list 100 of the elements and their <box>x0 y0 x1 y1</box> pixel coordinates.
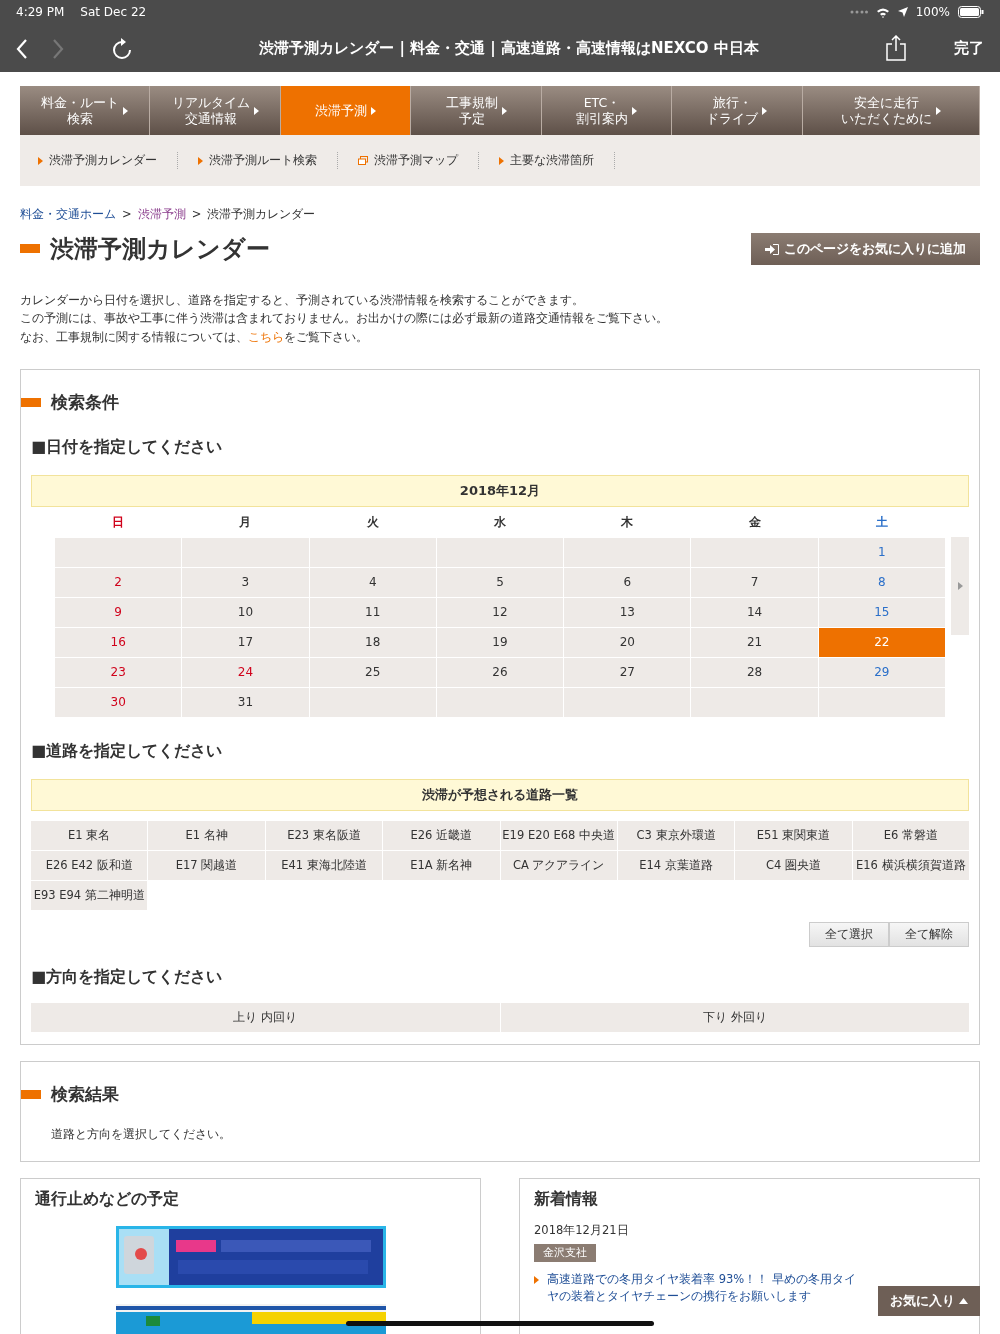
calendar-day[interactable]: 18 <box>309 628 436 658</box>
calendar-day[interactable]: 8 <box>818 568 945 598</box>
breadcrumb-link[interactable]: 料金・交通ホーム <box>20 206 116 224</box>
calendar-day[interactable]: 15 <box>818 598 945 628</box>
add-favorite-button[interactable]: このページをお気に入りに追加 <box>751 233 980 265</box>
windows-icon <box>358 156 368 165</box>
caret-icon <box>38 156 43 165</box>
road-option[interactable]: E93 E94 第二神明道 <box>31 881 148 911</box>
calendar-day[interactable]: 29 <box>818 658 945 688</box>
road-option[interactable]: E51 東関東道 <box>735 821 852 851</box>
news-link[interactable]: 高速道路での冬用タイヤ装着率 93%！！ 早めの冬用タイヤの装着とタイヤチェーンの携行をお願いします <box>547 1271 867 1305</box>
road-option[interactable]: E17 関越道 <box>148 851 265 881</box>
weekday-label: 木 <box>620 514 635 532</box>
calendar-day[interactable]: 30 <box>55 688 182 718</box>
nav-tab[interactable]: 料金・ルート 検索 <box>20 86 151 135</box>
branch-tag: 金沢支社 <box>534 1244 596 1263</box>
calendar-day[interactable]: 14 <box>691 598 818 628</box>
sub-nav-link[interactable]: 渋滞予測ルート検索 <box>178 151 338 170</box>
nav-tab[interactable]: 旅行・ ドライブ <box>672 86 803 135</box>
road-option[interactable]: E16 横浜横須賀道路 <box>852 851 969 881</box>
done-button[interactable]: 完了 <box>954 36 984 60</box>
calendar-day[interactable]: 25 <box>309 658 436 688</box>
reload-icon <box>112 37 132 60</box>
share-icon <box>886 35 906 61</box>
calendar-day[interactable]: 28 <box>691 658 818 688</box>
caret-icon <box>499 156 504 165</box>
calendar-day[interactable]: 27 <box>564 658 691 688</box>
weekday-label: 火 <box>365 514 380 532</box>
cellular-signal-icon <box>849 10 868 14</box>
road-option[interactable]: E26 近畿道 <box>383 821 500 851</box>
sub-nav-link[interactable]: 渋滞予測カレンダー <box>38 151 178 170</box>
direction-option[interactable]: 上り 内回り <box>31 1003 500 1033</box>
status-date: Sat Dec 22 <box>80 4 147 21</box>
weekday-label: 水 <box>493 514 507 532</box>
calendar-day[interactable]: 23 <box>55 658 182 688</box>
intro-text: カレンダーから日付を選択し、道路を指定すると、予測されている渋滞情報を検索することができます。 <box>20 291 585 309</box>
road-option[interactable]: E1A 新名神 <box>383 851 500 881</box>
sub-nav-link[interactable]: 渋滞予測マップ <box>338 151 479 170</box>
caret-icon <box>501 106 507 115</box>
calendar-day[interactable]: 16 <box>55 628 182 658</box>
road-option[interactable]: E1 名神 <box>148 821 265 851</box>
nav-tab[interactable]: 安全に走行 いただくために <box>802 86 981 135</box>
road-option[interactable]: C3 東京外環道 <box>617 821 735 851</box>
road-option[interactable]: C4 圏央道 <box>735 851 852 881</box>
favorites-button[interactable]: お気に入り <box>878 1286 980 1316</box>
calendar-day[interactable]: 31 <box>182 688 309 718</box>
status-time: 4:29 PM <box>16 4 65 21</box>
month-header: 2018年12月 <box>31 475 969 508</box>
nav-tab[interactable]: リアルタイム 交通情報 <box>150 86 281 135</box>
calendar-day[interactable]: 3 <box>182 568 309 598</box>
forward-chevron-icon <box>52 38 64 59</box>
calendar-day[interactable]: 4 <box>309 568 436 598</box>
road-option[interactable]: E14 京葉道路 <box>617 851 735 881</box>
caret-icon <box>371 106 377 115</box>
breadcrumb-link[interactable]: 渋滞予測 <box>137 206 186 224</box>
share-button[interactable] <box>886 35 906 61</box>
calendar-day[interactable]: 24 <box>182 658 309 688</box>
calendar-day[interactable]: 10 <box>182 598 309 628</box>
calendar-day[interactable]: 26 <box>436 658 564 688</box>
caret-up-icon <box>959 1297 968 1304</box>
sub-nav-link[interactable]: 主要な渋滞箇所 <box>479 151 615 170</box>
calendar-day[interactable]: 21 <box>691 628 818 658</box>
reload-button[interactable] <box>112 36 132 60</box>
road-option[interactable]: E19 E20 E68 中央道 <box>500 821 617 851</box>
breadcrumb-separator: > <box>122 206 132 223</box>
direction-option[interactable]: 下り 外回り <box>500 1003 969 1033</box>
intro-text: なお、工事規制に関する情報については、こちら をご覧下さい。 <box>20 329 369 346</box>
calendar-day[interactable]: 12 <box>436 598 564 628</box>
caret-icon <box>198 156 203 165</box>
page-heading: 渋滞予測カレンダー <box>50 234 270 264</box>
section-subtitle: ■日付を指定してください <box>31 436 224 459</box>
calendar-day[interactable]: 6 <box>564 568 691 598</box>
calendar-day[interactable]: 13 <box>564 598 691 628</box>
road-option[interactable]: E26 E42 阪和道 <box>31 851 148 881</box>
weekday-label: 土 <box>874 514 889 532</box>
road-option[interactable]: E41 東海北陸道 <box>265 851 383 881</box>
calendar-day[interactable]: 20 <box>564 628 691 658</box>
calendar-day[interactable]: 17 <box>182 628 309 658</box>
calendar-day[interactable]: 5 <box>436 568 564 598</box>
calendar-day[interactable]: 11 <box>309 598 436 628</box>
nav-tab[interactable]: 工事規制 予定 <box>411 86 542 135</box>
wifi-icon <box>875 6 890 18</box>
road-option[interactable]: E1 東名 <box>31 821 148 851</box>
select-all-button[interactable]: 全て選択 <box>809 922 889 948</box>
calendar-day[interactable]: 19 <box>436 628 564 658</box>
section-title: 検索結果 <box>51 1083 119 1107</box>
page-title: 渋滞予測カレンダー | 料金・交通 | 高速道路・高速情報はNEXCO 中日本 <box>258 37 760 59</box>
clear-all-button[interactable]: 全て解除 <box>889 922 969 948</box>
calendar-day[interactable]: 9 <box>55 598 182 628</box>
road-option[interactable]: E6 常磐道 <box>852 821 969 851</box>
calendar-day[interactable]: 7 <box>691 568 818 598</box>
calendar-day[interactable]: 1 <box>818 538 945 568</box>
road-option[interactable]: CA アクアライン <box>500 851 617 881</box>
section-subtitle: ■道路を指定してください <box>31 740 224 763</box>
nav-tab[interactable]: ETC・ 割引案内 <box>541 86 673 135</box>
card-title: 新着情報 <box>534 1188 599 1209</box>
road-option[interactable]: E23 東名阪道 <box>265 821 383 851</box>
calendar-day[interactable]: 2 <box>55 568 182 598</box>
breadcrumb-current: 渋滞予測カレンダー <box>207 206 316 223</box>
news-date: 2018年12月21日 <box>534 1222 630 1240</box>
